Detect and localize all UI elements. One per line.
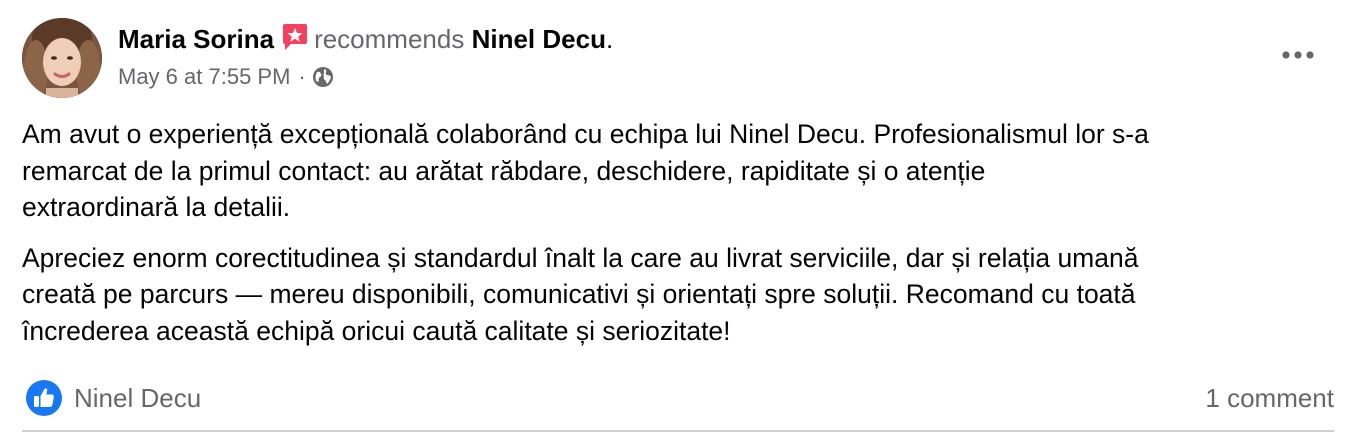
post-timestamp[interactable]: May 6 at 7:55 PM xyxy=(118,64,290,89)
meta-separator: · xyxy=(298,64,306,89)
post-paragraph-2: Apreciez enorm corectitudinea și standar… xyxy=(22,242,1139,346)
globe-icon[interactable] xyxy=(312,66,334,88)
post-paragraph-1: Am avut o experiență excepțională colabo… xyxy=(22,119,1149,222)
author-name[interactable]: Maria Sorina xyxy=(118,24,274,54)
avatar-photo xyxy=(22,18,102,98)
post-body: Am avut o experiență excepțională colabo… xyxy=(22,116,1342,363)
divider xyxy=(22,430,1334,432)
recommend-star-icon xyxy=(283,24,308,50)
comment-count[interactable]: 1 comment xyxy=(1205,380,1334,416)
header-period: . xyxy=(605,24,614,54)
like-icon[interactable] xyxy=(26,380,62,416)
more-options-icon xyxy=(1282,51,1314,59)
recommendation-post: Maria Sorina recommends Ninel Decu. May … xyxy=(0,0,1358,444)
reaction-names[interactable]: Ninel Decu xyxy=(74,380,201,416)
post-meta: May 6 at 7:55 PM · xyxy=(118,62,334,92)
more-options-button[interactable] xyxy=(1272,38,1324,72)
recommended-page-link[interactable]: Ninel Decu xyxy=(472,24,606,54)
recommends-text: recommends xyxy=(314,24,465,54)
reactions-bar: Ninel Decu 1 comment xyxy=(22,376,1334,420)
avatar[interactable] xyxy=(22,18,102,98)
post-header: Maria Sorina recommends Ninel Decu. xyxy=(118,22,613,56)
